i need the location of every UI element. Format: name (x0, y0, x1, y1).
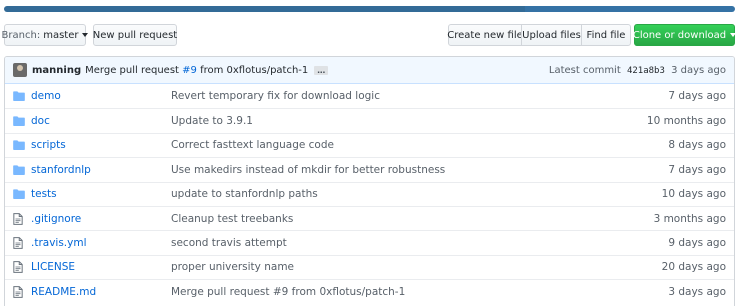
commit-author[interactable]: manning (32, 65, 81, 76)
commit-expand-button[interactable]: … (314, 65, 329, 75)
file-commit-age: 7 days ago (668, 90, 726, 103)
file-name-link[interactable]: README.md (31, 286, 171, 298)
language-bar (4, 6, 735, 12)
file-icon (5, 237, 31, 249)
folder-icon (5, 140, 31, 151)
file-commit-message[interactable]: Merge pull request #9 from 0xflotus/patc… (171, 286, 624, 298)
find-file-button[interactable]: Find file (581, 24, 631, 46)
file-commit-age: 10 months ago (646, 115, 726, 128)
upload-files-button[interactable]: Upload files (521, 24, 582, 46)
file-icon (5, 261, 31, 274)
language-segment-primary (4, 6, 525, 12)
file-icon (5, 212, 31, 225)
latest-commit-label: Latest commit (548, 64, 621, 76)
file-row: README.md Merge pull request #9 from 0xfl… (5, 279, 734, 303)
clone-or-download-label: Clone or download (632, 29, 727, 41)
clone-or-download-button[interactable]: Clone or download (632, 24, 737, 46)
file-name-link[interactable]: demo (31, 90, 171, 102)
language-segment-secondary (525, 6, 735, 12)
file-row: doc Update to 3.9.1 10 months ago (5, 108, 734, 132)
file-name-link[interactable]: tests (31, 188, 171, 200)
folder-icon (5, 165, 31, 175)
folder-icon (5, 189, 31, 200)
new-pull-request-button[interactable]: New pull request (93, 24, 177, 46)
file-name-link[interactable]: scripts (31, 139, 171, 151)
commit-age: 3 days ago (671, 64, 726, 76)
file-commit-message[interactable]: Use makedirs instead of mkdir for better… (171, 164, 624, 176)
file-name-link[interactable]: .gitignore (31, 213, 171, 225)
file-commit-message[interactable]: Update to 3.9.1 (171, 115, 624, 127)
avatar[interactable] (13, 63, 27, 77)
file-commit-age: 8 days ago (668, 139, 726, 152)
file-name-link[interactable]: stanfordnlp (31, 164, 171, 176)
branch-select-button[interactable]: Branch: master (1, 24, 89, 46)
file-commit-message[interactable]: Revert temporary fix for download logic (171, 90, 624, 102)
branch-prefix: Branch: (1, 29, 41, 41)
commit-message-prefix[interactable]: Merge pull request (85, 65, 179, 76)
file-row: .gitignore Cleanup test treebanks 3 months… (5, 205, 734, 230)
file-row: tests update to stanfordnlp paths 10 days … (5, 181, 734, 206)
file-commit-age: 3 months ago (653, 212, 726, 225)
file-commit-age: 20 days ago (661, 261, 726, 274)
folder-icon (5, 91, 31, 102)
file-commit-age: 9 days ago (668, 237, 726, 250)
file-icon (5, 285, 31, 298)
file-commit-message[interactable]: Cleanup test treebanks (171, 213, 624, 225)
file-commit-age: 10 days ago (661, 188, 726, 201)
caret-down-icon (82, 33, 89, 37)
file-name-link[interactable]: doc (31, 115, 171, 127)
file-commit-age: 3 days ago (668, 285, 726, 298)
file-row: scripts Correct fasttext language code 8 d… (5, 132, 734, 157)
file-row: .travis.yml second travis attempt 9 days a… (5, 230, 734, 254)
create-new-file-button[interactable]: Create new file (447, 24, 523, 46)
file-commit-age: 7 days ago (668, 163, 726, 176)
latest-commit-info: Latest commit 421a8b3 3 days ago (549, 65, 726, 76)
branch-name: master (43, 29, 79, 41)
file-row: demo Revert temporary fix for download lo… (5, 84, 734, 108)
file-table: manning Merge pull request #9 from 0xflo… (4, 56, 735, 306)
caret-down-icon (730, 33, 737, 37)
file-row: LICENSE proper university name 20 days ago (5, 254, 734, 279)
file-commit-message[interactable]: update to stanfordnlp paths (171, 188, 624, 200)
file-toolbar: Branch: master New pull request Create n… (1, 24, 737, 46)
file-commit-message[interactable]: second travis attempt (171, 237, 624, 249)
file-name-link[interactable]: .travis.yml (31, 237, 171, 249)
commit-message-suffix[interactable]: from 0xflotus/patch-1 (200, 65, 308, 76)
file-list: demo Revert temporary fix for download lo… (5, 84, 734, 304)
latest-commit-bar: manning Merge pull request #9 from 0xflo… (5, 57, 734, 84)
folder-icon (5, 116, 31, 127)
file-actions-group: Create new file Upload files Find file (447, 24, 631, 46)
commit-pr-link[interactable]: #9 (182, 65, 197, 76)
file-name-link[interactable]: LICENSE (31, 261, 171, 273)
file-row: stanfordnlp Use makedirs instead of mkdir… (5, 157, 734, 181)
commit-sha[interactable]: 421a8b3 (627, 66, 665, 76)
file-commit-message[interactable]: proper university name (171, 261, 624, 273)
file-commit-message[interactable]: Correct fasttext language code (171, 139, 624, 151)
